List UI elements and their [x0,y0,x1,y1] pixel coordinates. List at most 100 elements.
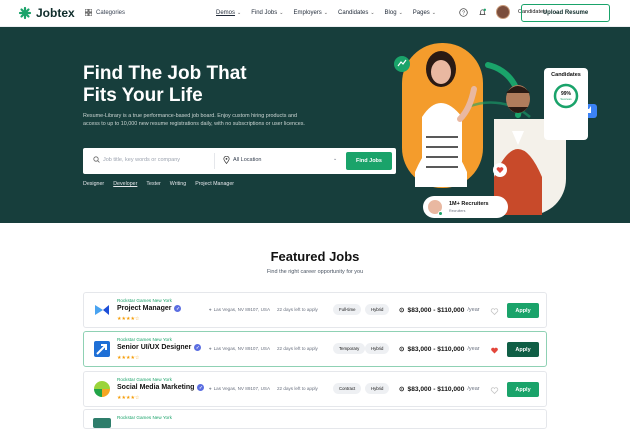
company-logo-icon [93,418,111,428]
top-nav: Jobtex Categories Demos ⌄ Find Jobs ⌄ Empl… [0,0,630,27]
company-name[interactable]: Rockstar Games New York [117,337,172,342]
recruiters-card: 1M+ Recruiters Recruiters [423,196,508,218]
success-ring: 99% Success [552,82,580,110]
job-location: ⌖ Las Vegas, NV 89107, USA [209,346,270,351]
bell-icon[interactable] [477,7,488,18]
job-location-text: Las Vegas, NV 89107, USA [213,307,271,312]
map-pin-icon: ⌖ [209,346,212,351]
job-location-text: Las Vegas, NV 89107, USA [213,346,271,351]
menu-candidates[interactable]: Candidates ⌄ [338,10,375,16]
menu-pages-label: Pages [412,10,430,16]
menu-demos[interactable]: Demos ⌄ [216,10,241,16]
work-mode-badge: Hybrid [365,343,390,354]
apply-button[interactable]: Apply [507,303,539,318]
recruiters-sub: Recruiters [449,209,466,213]
menu-find-jobs[interactable]: Find Jobs ⌄ [251,10,283,16]
main-menu: Demos ⌄ Find Jobs ⌄ Employers ⌄ Candidates ⌄… [216,10,436,16]
categories-button[interactable]: Categories [85,9,125,16]
rating-stars: ★★★★☆ [117,395,140,401]
job-type-badge: Contract [333,383,362,394]
recruiters-count: 1M+ Recruiters [449,201,489,207]
upload-resume-button[interactable]: Upload Resume [521,4,610,22]
dollar-icon: ⊙ [399,386,405,393]
rating-stars: ★★★★☆ [117,355,140,361]
success-label: Success [560,97,572,101]
categories-label: Categories [96,9,126,16]
salary-period: /year [467,346,480,352]
logo-icon [18,6,32,20]
dollar-icon: ⊙ [399,346,405,353]
job-card[interactable]: Rockstar Games New York Social Media Mar… [83,371,547,407]
salary-period: /year [467,307,480,313]
candidates-card: Candidates 99% Success [544,68,588,140]
help-icon[interactable]: ? [458,7,469,18]
job-card[interactable]: Rockstar Games New York Senior UI/UX Des… [83,331,547,367]
heart-filled-icon[interactable] [488,344,500,356]
chevron-down-icon: ⌄ [431,10,436,16]
grid-icon [85,9,92,16]
menu-employers-label: Employers [293,10,322,16]
company-name[interactable]: Rockstar Games New York [117,298,172,303]
work-mode-badge: Hybrid [365,304,390,315]
verified-icon: ✓ [194,344,202,351]
job-title[interactable]: Senior UI/UX Designer ✓ [117,344,202,351]
heart-outline-icon[interactable] [488,305,500,317]
salary-period: /year [467,386,480,392]
salary-value: $83,000 - $110,000 [407,306,465,314]
job-title-text: Social Media Marketing [117,384,195,391]
dollar-icon: ⊙ [399,307,405,314]
online-indicator [438,211,443,216]
menu-blog-label: Blog [384,10,397,16]
job-card[interactable]: Rockstar Games New York Project Manager ✓… [83,292,547,328]
logo-text: Jobtex [36,6,75,20]
salary: ⊙ $83,000 - $110,000/year [399,345,480,354]
verified-icon: ✓ [174,305,182,312]
job-title[interactable]: Social Media Marketing ✓ [117,384,205,391]
featured-jobs-subtitle: Find the right career opportunity for yo… [266,269,364,275]
days-left: 22 days left to apply [277,307,318,312]
apply-button[interactable]: Apply [507,342,539,357]
chevron-down-icon: ⌄ [279,10,284,16]
days-left: 22 days left to apply [277,386,318,391]
salary-value: $83,000 - $110,000 [407,385,465,393]
menu-employers[interactable]: Employers ⌄ [293,10,328,16]
rating-stars: ★★★★☆ [117,316,140,322]
job-location-text: Las Vegas, NV 89107, USA [213,386,271,391]
menu-candidates-label: Candidates [337,10,369,16]
logo[interactable]: Jobtex [18,6,75,20]
apply-button[interactable]: Apply [507,382,539,397]
map-pin-icon: ⌖ [209,307,212,312]
heart-outline-icon[interactable] [488,384,500,396]
svg-text:?: ? [462,10,465,16]
company-logo-icon [95,305,109,315]
days-left: 22 days left to apply [277,346,318,351]
salary: ⊙ $83,000 - $110,000/year [399,306,480,315]
company-logo-icon [94,341,110,357]
map-pin-icon: ⌖ [209,386,212,391]
chevron-down-icon: ⌄ [398,10,403,16]
salary: ⊙ $83,000 - $110,000/year [399,385,480,394]
job-type-badge: Full-time [333,304,362,315]
menu-find-jobs-label: Find Jobs [251,10,278,16]
chevron-down-icon: ⌄ [237,10,242,16]
work-mode-badge: Hybrid [365,383,390,394]
job-location: ⌖ Las Vegas, NV 89107, USA [209,386,270,391]
hero-illustration [394,43,597,215]
job-location: ⌖ Las Vegas, NV 89107, USA [209,307,270,312]
verified-icon: ✓ [197,384,205,391]
job-type-badge: Temporary [333,343,366,354]
menu-blog[interactable]: Blog ⌄ [385,10,403,16]
job-title[interactable]: Project Manager ✓ [117,305,182,312]
menu-pages[interactable]: Pages ⌄ [413,10,436,16]
salary-value: $83,000 - $110,000 [407,345,465,353]
company-name[interactable]: Rockstar Games New York [117,377,172,382]
company-name[interactable]: Rockstar Games New York [117,415,172,420]
chevron-down-icon: ⌄ [370,10,375,16]
hero-section: Find The Job That Fits Your Life Resume-L… [0,27,630,223]
company-logo-icon [94,381,110,397]
candidates-card-title: Candidates [551,72,581,78]
avatar[interactable] [496,5,510,19]
featured-jobs-title: Featured Jobs [270,249,360,264]
job-card[interactable]: Rockstar Games New York [83,409,547,429]
chevron-down-icon: ⌄ [323,10,328,16]
